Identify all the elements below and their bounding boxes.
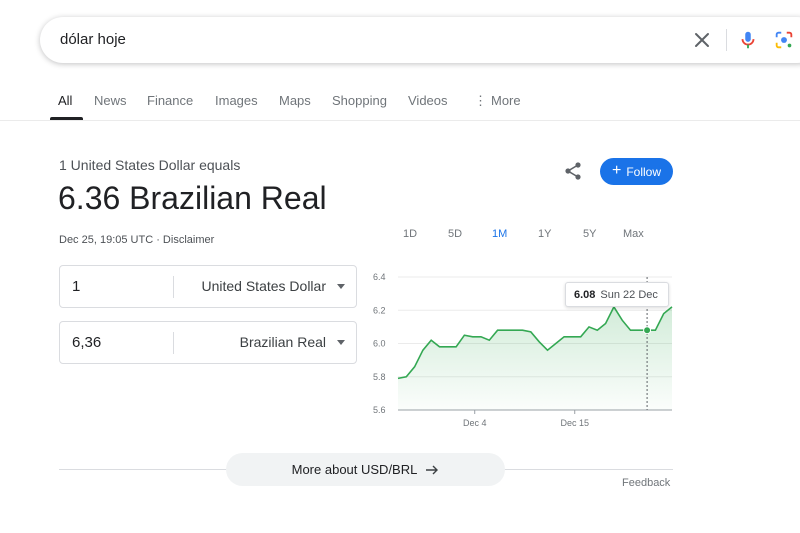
chart-tooltip: 6.08 Sun 22 Dec [565,282,669,307]
x-tick-label: Dec 15 [560,418,589,428]
y-tick-label: 6.4 [373,272,386,282]
search-input[interactable]: dólar hoje [60,31,126,48]
tab-more[interactable]: ⋮ More [474,93,521,109]
close-icon[interactable] [692,30,712,50]
plus-icon: + [611,162,622,179]
y-tick-label: 5.6 [373,405,386,415]
arrow-right-icon [426,465,439,474]
tab-videos[interactable]: Videos [408,93,448,108]
more-vert-icon: ⋮ [474,93,487,108]
tab-finance[interactable]: Finance [147,93,193,108]
follow-button[interactable]: + Follow [600,158,673,185]
range-5y[interactable]: 5Y [583,228,596,240]
camera-search-icon[interactable] [773,29,795,51]
feedback-link[interactable]: Feedback [622,477,670,489]
tooltip-value: 6.08 [574,288,596,301]
range-1m[interactable]: 1M [492,228,507,240]
search-bar-divider [726,29,727,51]
y-tick-label: 6.2 [373,305,386,315]
y-tick-label: 6.0 [373,339,386,349]
hover-point [643,326,652,335]
more-about-button[interactable]: More about USD/BRL [226,453,505,486]
share-icon[interactable] [563,161,583,181]
range-1d[interactable]: 1D [403,228,417,240]
range-5d[interactable]: 5D [448,228,462,240]
to-currency-select[interactable]: Brazilian Real [240,334,326,350]
range-1y[interactable]: 1Y [538,228,551,240]
converter-divider [173,276,174,298]
chevron-down-icon[interactable] [337,284,345,289]
y-tick-label: 5.8 [373,372,386,382]
chevron-down-icon[interactable] [337,340,345,345]
to-amount-input[interactable]: 6,36 [72,334,101,351]
search-bar[interactable]: dólar hoje [40,17,800,63]
from-currency-row: 1 United States Dollar [59,265,357,308]
converter-divider [173,332,174,354]
range-max[interactable]: Max [623,228,644,240]
tab-more-label: More [491,93,521,108]
from-currency-select[interactable]: United States Dollar [201,278,326,294]
tab-images[interactable]: Images [215,93,258,108]
microphone-icon[interactable] [737,29,759,51]
tab-news[interactable]: News [94,93,127,108]
tab-shopping[interactable]: Shopping [332,93,387,108]
chart-area-fill [398,306,672,410]
tabs-divider [0,120,800,121]
x-tick-label: Dec 4 [463,418,487,428]
search-tabs: All News Finance Images Maps Shopping Vi… [0,90,800,120]
follow-label: Follow [626,164,662,179]
tooltip-date: Sun 22 Dec [600,288,658,301]
conversion-result: 6.36 Brazilian Real [58,180,327,216]
range-selector: 1D 5D 1M 1Y 5Y Max [0,228,800,244]
tab-maps[interactable]: Maps [279,93,311,108]
conversion-subtitle: 1 United States Dollar equals [59,157,241,173]
to-currency-row: 6,36 Brazilian Real [59,321,357,364]
from-amount-input[interactable]: 1 [72,278,80,295]
tab-all[interactable]: All [58,93,72,108]
more-about-label: More about USD/BRL [291,462,418,477]
